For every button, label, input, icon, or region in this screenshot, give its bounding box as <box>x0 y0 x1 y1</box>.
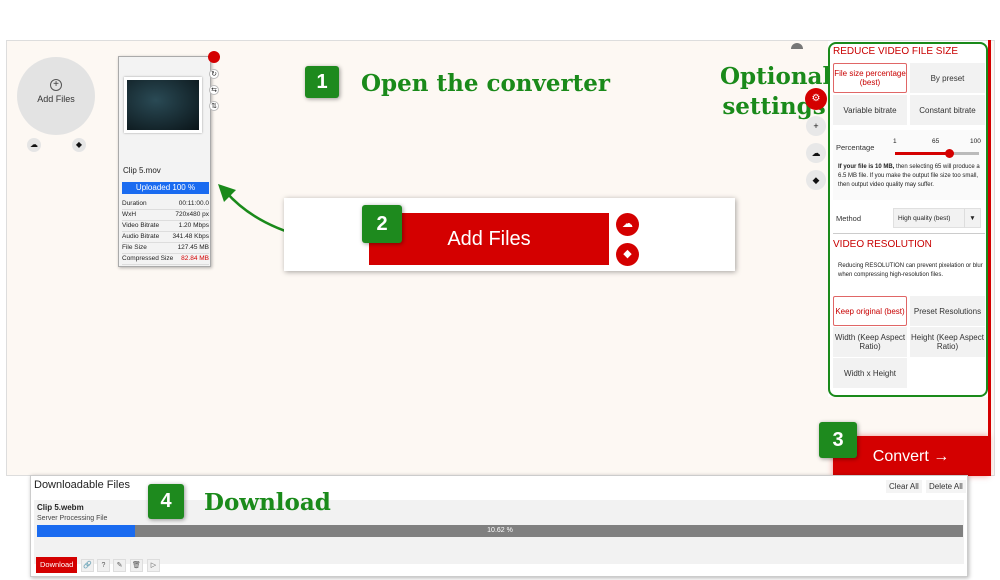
link-icon[interactable]: 🔗 <box>81 559 94 572</box>
info-row: Duration 00:11:00.0 <box>122 199 209 210</box>
file-name: Clip 5.mov <box>123 166 161 175</box>
video-thumbnail <box>124 77 202 133</box>
edit-icon[interactable]: ✎ <box>113 559 126 572</box>
file-card: Clip 5.mov Uploaded 100 % Duration 00:11:… <box>118 56 211 267</box>
downloads-title: Downloadable Files <box>34 479 130 491</box>
info-row: Video Bitrate 1.20 Mbps <box>122 221 209 232</box>
step-1-text: Open the converter <box>361 70 611 97</box>
cloud-upload-icon[interactable]: ☁ <box>806 143 826 163</box>
add-files-circle-button[interactable]: + Add Files <box>17 57 95 135</box>
cloud-upload-icon[interactable]: ☁ <box>616 213 639 236</box>
step-1-badge: 1 <box>305 66 339 98</box>
add-files-label: Add Files <box>37 94 75 104</box>
rotate-icon[interactable]: ↻ <box>209 69 219 79</box>
upload-status: Uploaded 100 % <box>122 182 209 194</box>
add-icon[interactable]: + <box>806 116 826 136</box>
cloud-upload-icon[interactable]: ☁ <box>27 138 41 152</box>
download-progress-bar: 10.62 % <box>37 525 963 537</box>
delete-all-button[interactable]: Delete All <box>926 480 966 493</box>
step-4-text: Download <box>204 489 331 516</box>
processing-status: Server Processing File <box>37 515 108 522</box>
info-row: Audio Bitrate 341.48 Kbps <box>122 232 209 243</box>
plus-circle-icon: + <box>50 79 62 91</box>
flip-horizontal-icon[interactable]: ⇆ <box>209 85 219 95</box>
step-4-badge: 4 <box>148 484 184 519</box>
dropbox-icon[interactable]: ◆ <box>72 138 86 152</box>
info-row: File Size 127.45 MB <box>122 243 209 254</box>
collapse-icon[interactable] <box>791 43 803 49</box>
flip-vertical-icon[interactable]: ⇅ <box>209 101 219 111</box>
settings-gear-icon[interactable]: ⚙ <box>805 88 827 110</box>
help-icon[interactable]: ? <box>97 559 110 572</box>
play-icon[interactable]: ▷ <box>147 559 160 572</box>
dropbox-icon[interactable]: ◆ <box>806 170 826 190</box>
trash-icon[interactable]: 🗑 <box>130 559 143 572</box>
clear-all-button[interactable]: Clear All <box>886 480 922 493</box>
dropbox-icon[interactable]: ◆ <box>616 243 639 266</box>
add-files-button[interactable]: Add Files <box>369 213 609 265</box>
panel-border <box>988 40 991 476</box>
remove-file-button[interactable] <box>208 51 220 63</box>
optional-settings-highlight <box>828 42 988 397</box>
info-row: WxH 720x480 px <box>122 210 209 221</box>
info-row: Compressed Size 82.84 MB <box>122 254 209 265</box>
step-3-badge: 3 <box>819 422 857 458</box>
step-2-badge: 2 <box>362 205 402 243</box>
output-file-name: Clip 5.webm <box>37 503 84 512</box>
download-button[interactable]: Download <box>36 557 78 573</box>
